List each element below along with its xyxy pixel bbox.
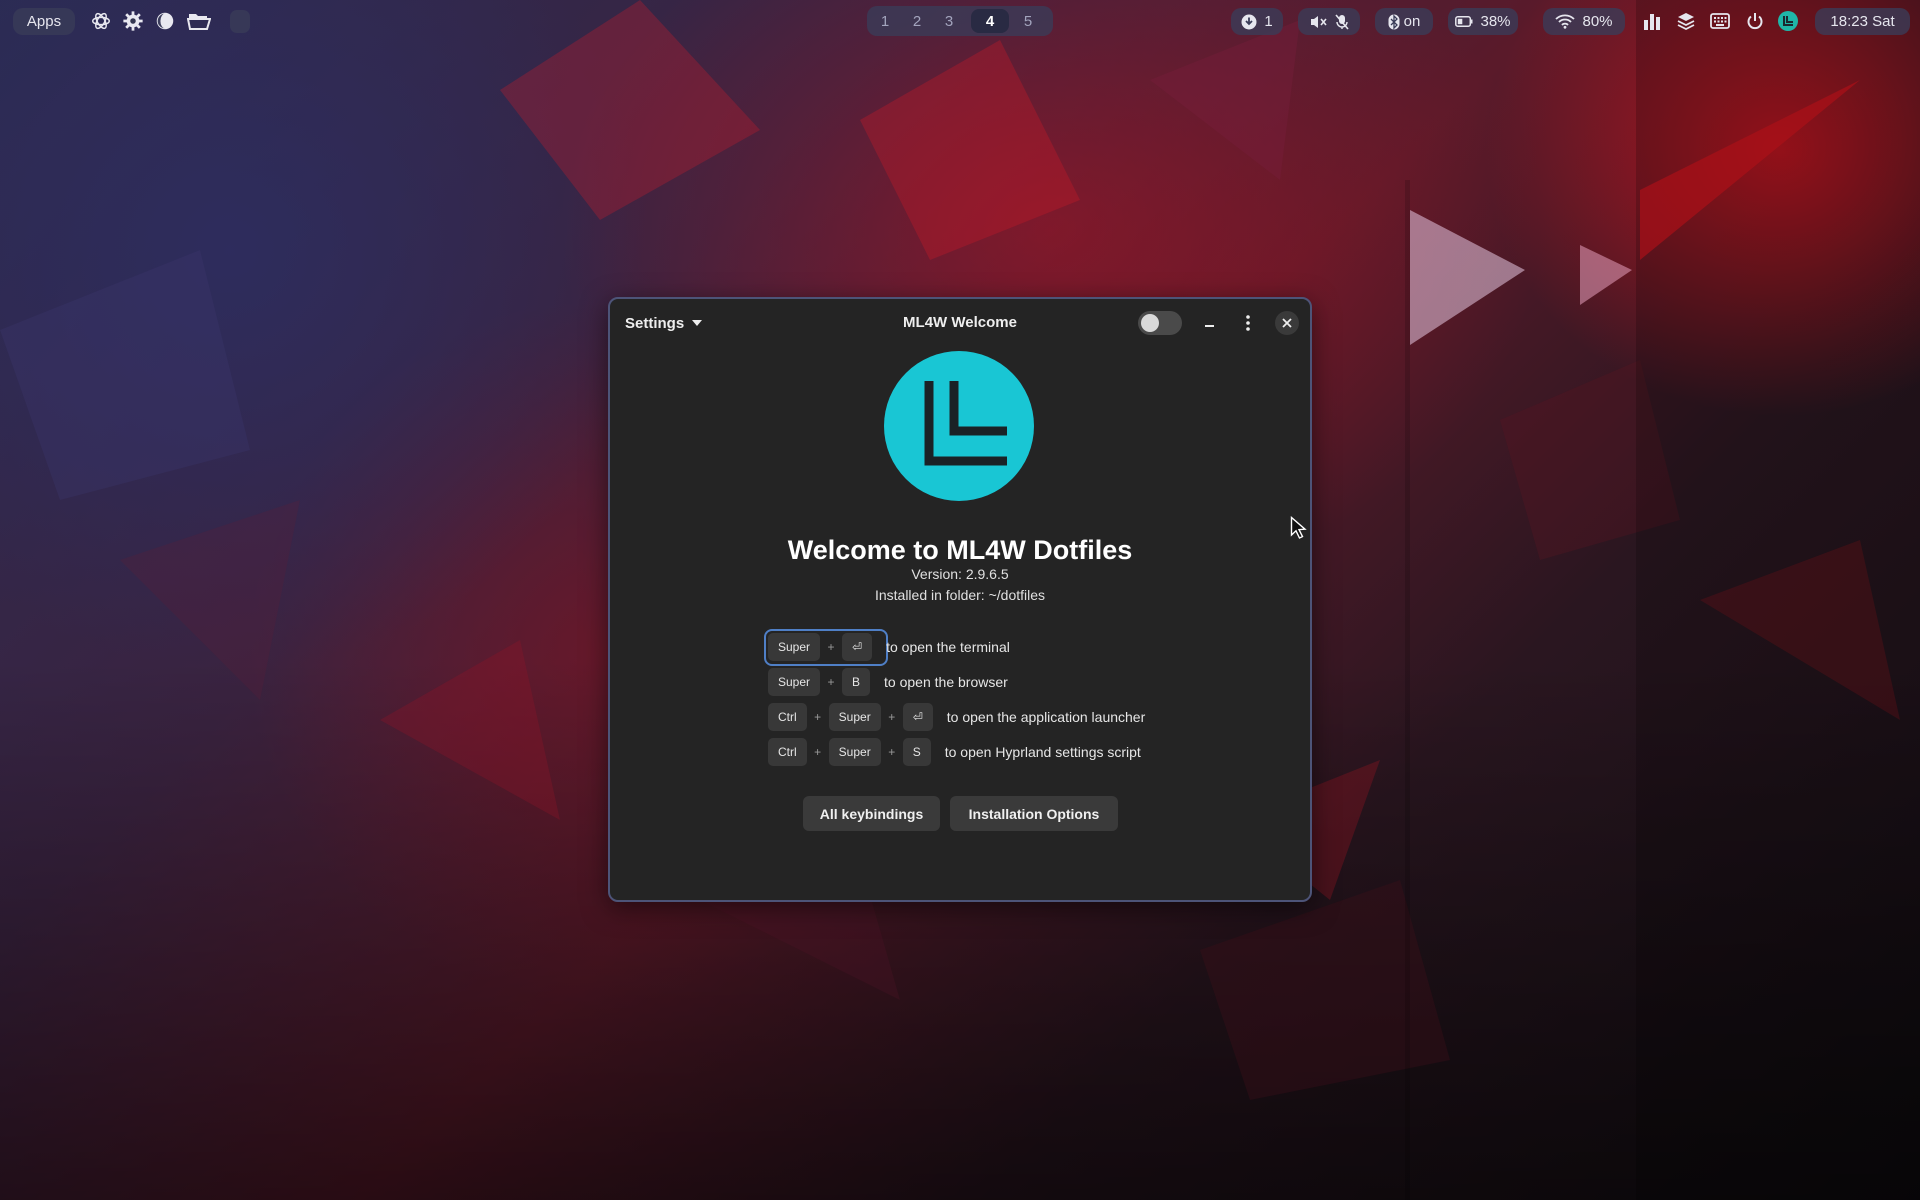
key-s: S [902,738,931,766]
keybinding-description: to open the terminal [886,639,1010,655]
stats-icon[interactable] [1640,9,1664,33]
workspace-switcher: 1 2 3 4 5 [867,6,1053,36]
install-folder-text: Installed in folder: ~/dotfiles [874,587,1046,603]
clock-text: 18:23 Sat [1830,13,1895,30]
battery-icon [1455,16,1473,27]
welcome-heading: Welcome to ML4W Dotfiles [787,535,1133,565]
key-ctrl: Ctrl [768,738,807,766]
updates-indicator[interactable]: 1 [1231,8,1283,35]
keybinding-row-launcher: Ctrl + Super + ⏎ to open the application… [768,702,1145,732]
close-button[interactable] [1275,311,1299,335]
menu-button[interactable] [1235,310,1261,336]
chatgpt-icon[interactable] [89,9,113,33]
minimize-icon [1204,325,1214,327]
all-keybindings-button[interactable]: All keybindings [803,796,940,831]
apps-button[interactable]: Apps [13,8,75,35]
close-icon [1282,318,1292,328]
bluetooth-icon [1388,13,1400,30]
wifi-indicator[interactable]: 80% [1543,8,1625,35]
workspace-4[interactable]: 4 [971,9,1009,33]
mic-muted-icon [1334,13,1349,30]
key-enter: ⏎ [902,703,933,731]
battery-indicator[interactable]: 38% [1448,8,1518,35]
workspace-3[interactable]: 3 [934,9,964,33]
version-text: Version: 2.9.6.5 [911,566,1009,582]
key-b: B [842,668,871,696]
bluetooth-status: on [1403,13,1421,30]
dark-mode-toggle[interactable] [1138,311,1182,335]
key-super: Super [828,738,881,766]
plus-sign: + [814,745,822,759]
workspace-2[interactable]: 2 [902,9,932,33]
window-header: Settings ML4W Welcome [610,299,1310,347]
plus-sign: + [827,640,835,654]
clock[interactable]: 18:23 Sat [1815,8,1910,35]
kebab-menu-icon [1246,315,1250,331]
keybinding-row-browser: Super + B to open the browser [768,667,1008,697]
workspace-1[interactable]: 1 [870,9,900,33]
plus-sign: + [888,745,896,759]
keybinding-row-terminal: Super + ⏎ to open the terminal [768,632,1010,662]
speaker-muted-icon [1310,14,1328,30]
browser-icon[interactable] [153,9,177,33]
key-ctrl: Ctrl [768,703,807,731]
top-bar: Apps 1 2 3 4 5 1 on 38% 80% 18:23 Sat [0,0,1920,42]
app-logo-icon[interactable] [1776,9,1800,33]
wifi-strength: 80% [1582,13,1613,30]
wifi-icon [1555,14,1576,29]
toggle-knob [1141,314,1159,332]
audio-indicator[interactable] [1298,8,1360,35]
plus-sign: + [814,710,822,724]
gear-icon[interactable] [121,9,145,33]
keybinding-description: to open Hyprland settings script [944,744,1141,760]
window-indicator[interactable] [230,10,250,33]
welcome-window: Settings ML4W Welcome Welcome to ML4W Do… [608,297,1312,902]
folder-icon[interactable] [186,9,212,33]
key-super: Super [828,703,881,731]
key-super: Super [768,668,821,696]
plus-sign: + [888,710,896,724]
key-super: Super [768,633,821,661]
keybinding-description: to open the browser [884,674,1008,690]
mouse-cursor-icon [1290,516,1307,539]
updates-count: 1 [1264,13,1273,30]
plus-sign: + [827,675,835,689]
key-enter: ⏎ [842,633,873,661]
apps-label: Apps [26,13,62,30]
keybinding-description: to open the application launcher [946,709,1146,725]
ml4w-logo [884,351,1034,501]
minimize-button[interactable] [1196,310,1222,336]
download-icon [1241,14,1257,30]
keyboard-icon[interactable] [1708,9,1732,33]
workspace-5[interactable]: 5 [1013,9,1043,33]
installation-options-button[interactable]: Installation Options [950,796,1118,831]
power-icon[interactable] [1743,9,1767,33]
battery-level: 38% [1480,13,1511,30]
keybinding-row-settings-script: Ctrl + Super + S to open Hyprland settin… [768,737,1141,767]
bluetooth-indicator[interactable]: on [1375,8,1433,35]
layers-icon[interactable] [1674,9,1698,33]
